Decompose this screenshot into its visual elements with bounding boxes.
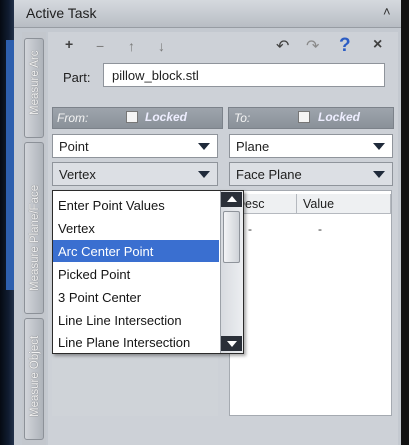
arrow-down-icon	[227, 341, 237, 347]
dropdown-option[interactable]: Line Plane Intersection	[53, 331, 219, 353]
to-method-value: Face Plane	[236, 167, 302, 182]
part-field[interactable]: pillow_block.stl	[103, 63, 385, 87]
dropdown-option[interactable]: Line Line Intersection	[53, 309, 219, 331]
move-down-icon[interactable]: ↓	[158, 38, 165, 54]
close-icon[interactable]: ×	[373, 36, 382, 54]
panel-title: Active Task	[26, 5, 97, 21]
dropdown-option-selected[interactable]: Arc Center Point	[53, 240, 219, 262]
table-cell-desc: -	[248, 222, 252, 236]
collapse-icon[interactable]: ˄	[383, 4, 391, 19]
remove-icon[interactable]: −	[96, 38, 104, 54]
chevron-down-icon	[373, 171, 385, 178]
tab-measure-arc[interactable]: Measure Arc	[24, 38, 44, 138]
chevron-down-icon	[198, 143, 210, 150]
to-group-header	[228, 107, 394, 129]
dropdown-option[interactable]: Vertex	[53, 217, 219, 239]
part-label: Part:	[63, 70, 91, 85]
to-locked-checkbox[interactable]	[298, 111, 310, 123]
move-up-icon[interactable]: ↑	[128, 38, 135, 54]
background-accent-strip	[6, 40, 14, 290]
help-icon[interactable]: ?	[339, 35, 351, 57]
from-title: From:	[57, 111, 89, 125]
from-locked-checkbox[interactable]	[126, 111, 138, 123]
undo-icon[interactable]: ↶	[276, 36, 289, 56]
dropdown-option[interactable]: Enter Point Values	[53, 194, 219, 216]
scrollbar-thumb[interactable]	[223, 211, 240, 263]
tab-label: Measure Plane/Face	[29, 184, 41, 291]
to-type-select[interactable]: Plane	[229, 134, 393, 158]
add-icon[interactable]: +	[65, 36, 73, 52]
chevron-down-icon	[198, 171, 210, 178]
chevron-down-icon	[373, 143, 385, 150]
arrow-up-icon	[227, 196, 237, 202]
tab-label: Measure Arc	[29, 50, 41, 115]
tab-measure-object[interactable]: Measure Object	[24, 318, 44, 440]
from-type-value: Point	[59, 139, 89, 154]
from-method-select[interactable]: Vertex	[52, 162, 218, 186]
to-type-value: Plane	[236, 139, 270, 154]
to-values-table	[229, 190, 392, 416]
dropdown-option[interactable]: 3 Point Center	[53, 286, 219, 308]
scroll-down-button[interactable]	[221, 336, 242, 351]
to-title: To:	[234, 111, 251, 125]
from-type-select[interactable]: Point	[52, 134, 218, 158]
dropdown-option[interactable]: Picked Point	[53, 263, 219, 285]
redo-icon[interactable]: ↷	[306, 36, 319, 56]
from-locked-label: Locked	[145, 110, 188, 124]
column-header-value: Value	[297, 194, 391, 214]
from-method-value: Vertex	[59, 167, 96, 182]
tab-measure-plane-face[interactable]: Measure Plane/Face	[24, 142, 44, 314]
tab-label: Measure Object	[29, 335, 41, 417]
to-locked-label: Locked	[318, 110, 361, 124]
background-right-edge	[401, 0, 409, 445]
scroll-up-button[interactable]	[221, 192, 242, 207]
table-cell-value: -	[318, 222, 322, 236]
to-method-select[interactable]: Face Plane	[229, 162, 393, 186]
